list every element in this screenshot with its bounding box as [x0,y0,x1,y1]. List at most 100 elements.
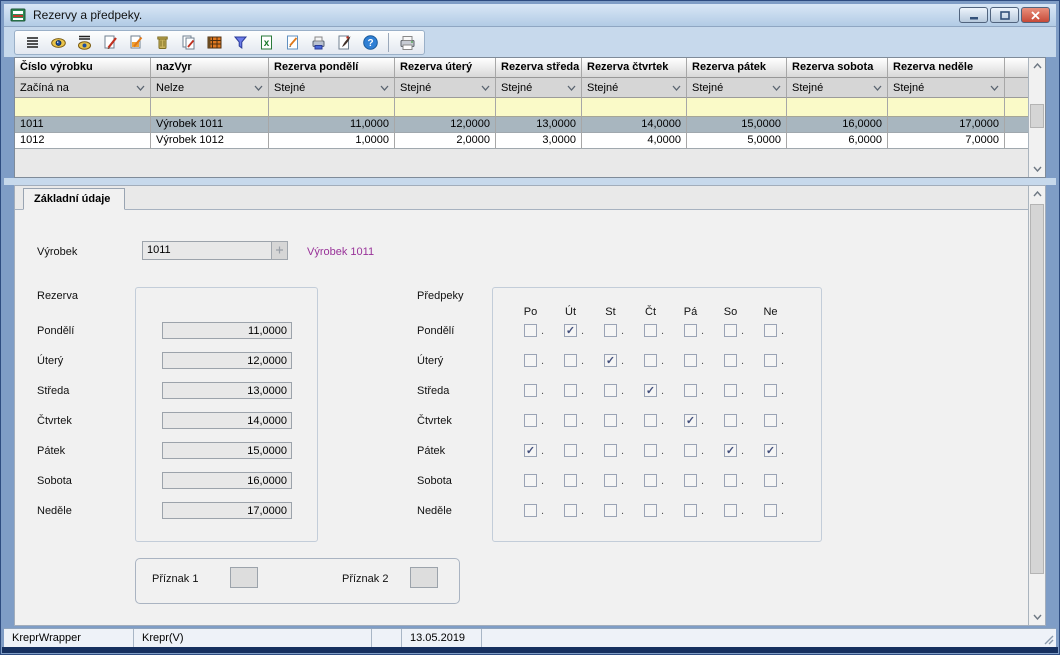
prebake-checkbox[interactable] [724,414,737,427]
prebake-checkbox[interactable] [564,504,577,517]
prebake-checkbox[interactable]: ✓ [524,444,537,457]
filter-combobox[interactable]: Začíná na [15,78,151,98]
filter-combobox[interactable]: Stejné [496,78,582,98]
filter-combobox[interactable]: Stejné [269,78,395,98]
prebake-checkbox[interactable] [644,474,657,487]
filter-combobox[interactable]: Nelze [151,78,269,98]
preview-button[interactable] [45,32,71,53]
prebake-checkbox[interactable] [644,414,657,427]
prebake-checkbox[interactable] [644,444,657,457]
prebake-checkbox[interactable] [764,474,777,487]
column-header[interactable]: Rezerva sobota [787,58,888,78]
form-scroll-thumb[interactable] [1030,204,1044,574]
table-cell[interactable]: 3,0000 [496,133,582,149]
filter-combobox[interactable]: Stejné [888,78,1005,98]
prebake-checkbox[interactable] [644,324,657,337]
minimize-button[interactable] [959,7,988,23]
column-header[interactable]: Rezerva pondělí [269,58,395,78]
table-cell[interactable]: 16,0000 [787,117,888,133]
prebake-checkbox[interactable] [764,324,777,337]
prebake-checkbox[interactable] [764,384,777,397]
reserve-value-input[interactable]: 16,0000 [162,472,292,489]
filter-combobox[interactable]: Stejné [582,78,687,98]
preview-grid-button[interactable] [71,32,97,53]
maximize-button[interactable] [990,7,1019,23]
prebake-checkbox[interactable] [524,324,537,337]
table-cell[interactable]: 14,0000 [582,117,687,133]
prebake-checkbox[interactable] [684,444,697,457]
copy-record-button[interactable] [175,32,201,53]
prebake-checkbox[interactable] [564,354,577,367]
reserve-value-input[interactable]: 11,0000 [162,322,292,339]
grid-settings-button[interactable] [201,32,227,53]
table-row[interactable]: 1012Výrobek 10121,00002,00003,00004,0000… [15,133,1028,149]
prebake-checkbox[interactable] [564,384,577,397]
table-cell[interactable]: Výrobek 1012 [151,133,269,149]
prebake-checkbox[interactable] [684,324,697,337]
prebake-checkbox[interactable]: ✓ [564,324,577,337]
close-button[interactable] [1021,7,1050,23]
column-header[interactable]: Rezerva středa [496,58,582,78]
prebake-checkbox[interactable] [644,354,657,367]
prebake-checkbox[interactable] [524,414,537,427]
filter-input[interactable] [395,98,496,117]
flag1-field[interactable] [230,567,258,588]
tab-zakladni-udaje[interactable]: Základní údaje [23,188,125,210]
prebake-checkbox[interactable]: ✓ [684,414,697,427]
filter-input[interactable] [15,98,151,117]
table-cell[interactable]: 12,0000 [395,117,496,133]
prebake-checkbox[interactable] [564,444,577,457]
prebake-checkbox[interactable] [724,474,737,487]
prebake-checkbox[interactable] [684,504,697,517]
prebake-checkbox[interactable] [724,354,737,367]
filter-combobox[interactable]: Stejné [395,78,496,98]
filter-input[interactable] [687,98,787,117]
sign-button[interactable] [331,32,357,53]
print-setup-button[interactable] [305,32,331,53]
edit-record-button[interactable] [123,32,149,53]
table-cell[interactable]: Výrobek 1011 [151,117,269,133]
notes-button[interactable] [279,32,305,53]
table-cell[interactable]: 11,0000 [269,117,395,133]
resize-grip-icon[interactable] [1042,633,1054,645]
print-button[interactable] [394,32,420,53]
filter-combobox[interactable]: Stejné [787,78,888,98]
table-cell[interactable]: 1011 [15,117,151,133]
prebake-checkbox[interactable]: ✓ [764,444,777,457]
prebake-checkbox[interactable] [604,414,617,427]
filter-input[interactable] [151,98,269,117]
prebake-checkbox[interactable]: ✓ [604,354,617,367]
prebake-checkbox[interactable] [604,384,617,397]
column-header[interactable]: Rezerva úterý [395,58,496,78]
table-cell[interactable]: 5,0000 [687,133,787,149]
product-lookup-button[interactable] [271,241,288,260]
table-cell[interactable]: 17,0000 [888,117,1005,133]
filter-input[interactable] [582,98,687,117]
prebake-checkbox[interactable] [604,324,617,337]
table-cell[interactable]: 1,0000 [269,133,395,149]
prebake-checkbox[interactable] [684,384,697,397]
prebake-checkbox[interactable] [604,504,617,517]
prebake-checkbox[interactable] [724,324,737,337]
prebake-checkbox[interactable] [684,474,697,487]
prebake-checkbox[interactable] [724,384,737,397]
prebake-checkbox[interactable] [724,504,737,517]
reserve-value-input[interactable]: 17,0000 [162,502,292,519]
prebake-checkbox[interactable] [764,414,777,427]
excel-export-button[interactable]: x [253,32,279,53]
table-cell[interactable]: 1012 [15,133,151,149]
reserve-value-input[interactable]: 12,0000 [162,352,292,369]
table-cell[interactable]: 6,0000 [787,133,888,149]
filter-button[interactable] [227,32,253,53]
scroll-up-icon[interactable] [1029,58,1045,74]
prebake-checkbox[interactable] [524,504,537,517]
table-cell[interactable]: 13,0000 [496,117,582,133]
filter-combobox[interactable]: Stejné [687,78,787,98]
menu-button[interactable] [19,32,45,53]
prebake-checkbox[interactable] [564,414,577,427]
column-header[interactable]: nazVyr [151,58,269,78]
form-scrollbar[interactable] [1028,186,1045,625]
prebake-checkbox[interactable] [764,504,777,517]
filter-input[interactable] [787,98,888,117]
table-cell[interactable]: 15,0000 [687,117,787,133]
